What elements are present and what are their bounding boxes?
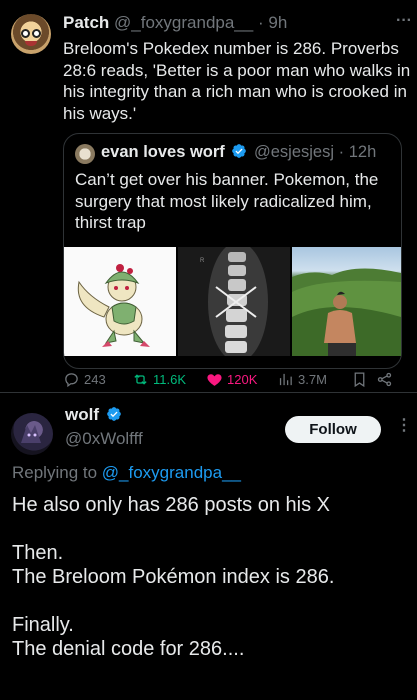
breloom-image[interactable] (64, 247, 176, 356)
reply-author-name-text: wolf (65, 405, 99, 424)
spine-xray: R (178, 247, 290, 356)
share-icon (377, 372, 392, 387)
quoted-post[interactable]: evan loves worf @esjesjesj · 12h Can’t g… (63, 133, 402, 369)
separator-dot: · (338, 143, 345, 161)
quote-author-name[interactable]: evan loves worf (101, 143, 225, 161)
breloom-illustration (77, 264, 150, 347)
follow-button[interactable]: Follow (285, 416, 381, 443)
separator-dot: · (257, 13, 264, 32)
replying-to-label: Replying to (12, 463, 98, 482)
views-icon (279, 373, 292, 386)
quote-time[interactable]: 12h (349, 143, 377, 161)
action-bar: 243 11.6K 120K 3.7M (63, 371, 408, 391)
quote-text: Can’t get over his banner. Pokemon, the … (75, 170, 379, 232)
bookmark-button[interactable] (351, 371, 368, 388)
post-text: Breloom's Pokedex number is 286. Proverb… (63, 39, 411, 123)
verified-badge-icon (106, 407, 121, 421)
repost-count: 11.6K (153, 372, 187, 387)
quote-header: evan loves worf @esjesjesj · 12h (101, 143, 376, 162)
more-options-icon[interactable]: ··· (396, 12, 412, 30)
xray-image[interactable]: R (178, 247, 290, 356)
post-header: Patch @_foxygrandpa__ · 9h (63, 13, 287, 33)
quote-avatar[interactable] (75, 144, 95, 164)
views-button[interactable]: 3.7M (277, 371, 327, 388)
share-button[interactable] (376, 371, 393, 388)
more-options-icon[interactable]: ⋮ (396, 415, 412, 435)
wolf-avatar-art (21, 425, 41, 443)
avatar-mouth (25, 41, 37, 46)
reply-count: 243 (84, 372, 106, 387)
reply-author-handle[interactable]: @0xWolfff (65, 429, 143, 449)
reply-icon (65, 373, 78, 388)
avatar[interactable] (11, 14, 51, 54)
heart-icon (207, 374, 222, 386)
quote-media-grid: R (64, 247, 401, 356)
like-count: 120K (227, 372, 258, 387)
author-handle[interactable]: @_foxygrandpa__ (114, 13, 253, 32)
quote-author-handle[interactable]: @esjesjesj (254, 143, 334, 161)
repost-icon (134, 374, 147, 385)
replying-to-line: Replying to @_foxygrandpa__ (12, 463, 241, 483)
reply-avatar[interactable] (11, 413, 53, 455)
author-name[interactable]: Patch (63, 13, 109, 32)
reply-button[interactable]: 243 (63, 371, 106, 388)
views-count: 3.7M (298, 372, 327, 387)
avatar-eye (32, 29, 41, 38)
verified-badge-icon (232, 144, 247, 158)
bookmark-icon (354, 372, 365, 388)
avatar-eye (21, 29, 30, 38)
like-button[interactable]: 120K (206, 371, 257, 388)
reply-author-name[interactable]: wolf (65, 405, 124, 425)
replying-to-mention[interactable]: @_foxygrandpa__ (102, 463, 241, 482)
reply-text: He also only has 286 posts on his X Then… (12, 494, 335, 660)
mountain-scene (292, 268, 401, 356)
post-time[interactable]: 9h (268, 13, 287, 32)
repost-button[interactable]: 11.6K (132, 371, 186, 388)
hiker-photo[interactable] (292, 247, 401, 356)
divider (0, 392, 417, 393)
svg-text:R: R (200, 258, 205, 264)
